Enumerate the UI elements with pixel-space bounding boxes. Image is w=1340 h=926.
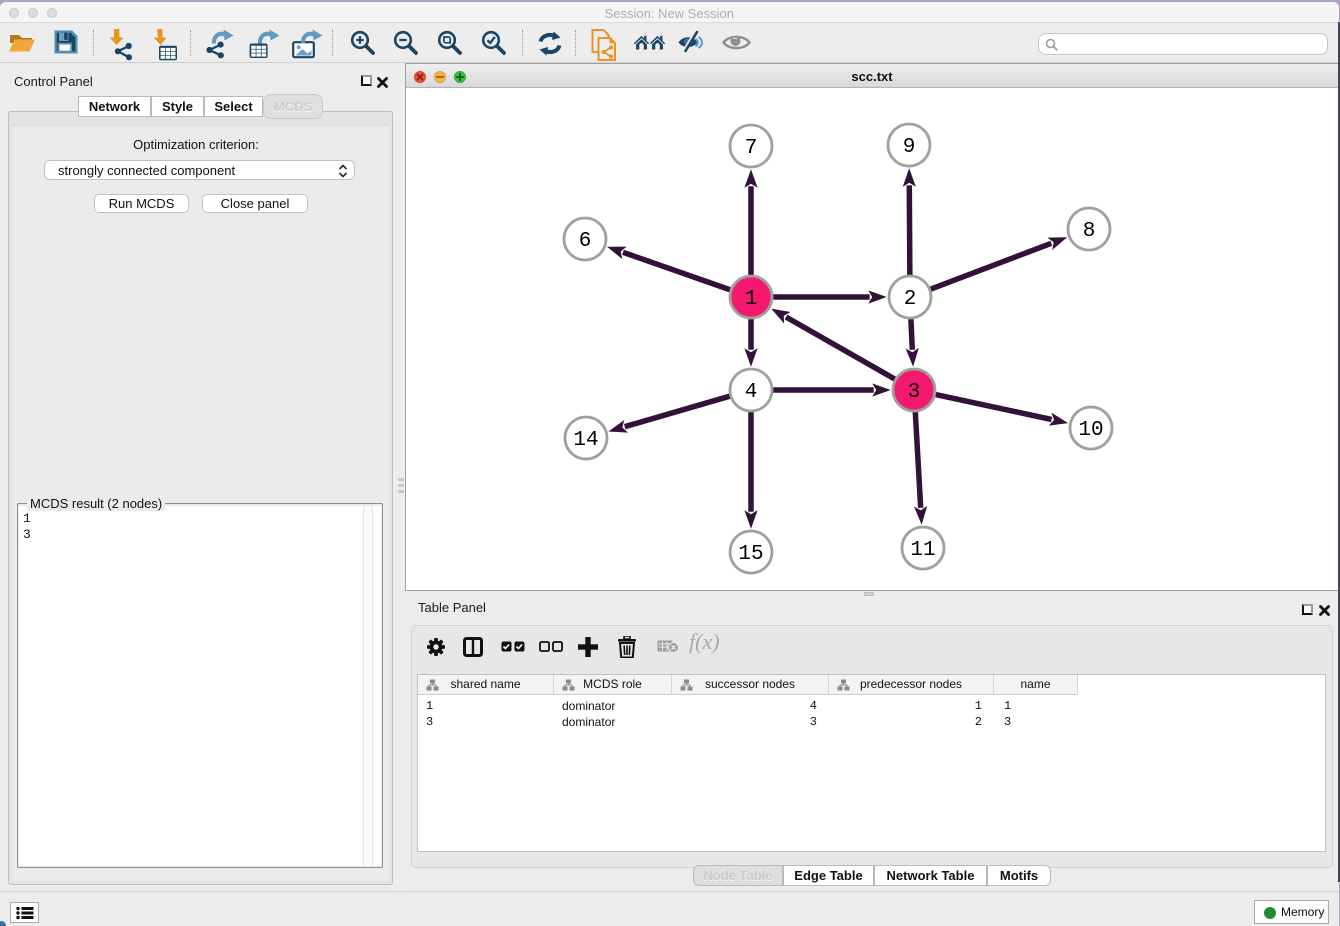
svg-text:7: 7 (745, 137, 758, 160)
svg-text:14: 14 (573, 429, 598, 452)
svg-text:2: 2 (904, 288, 917, 311)
svg-text:6: 6 (579, 230, 592, 253)
svg-text:15: 15 (738, 543, 763, 566)
svg-text:8: 8 (1083, 220, 1096, 243)
svg-text:10: 10 (1078, 419, 1103, 442)
svg-text:4: 4 (745, 381, 758, 404)
svg-text:3: 3 (908, 381, 921, 404)
svg-text:9: 9 (903, 136, 916, 159)
svg-text:11: 11 (910, 539, 935, 562)
svg-text:1: 1 (745, 288, 758, 311)
